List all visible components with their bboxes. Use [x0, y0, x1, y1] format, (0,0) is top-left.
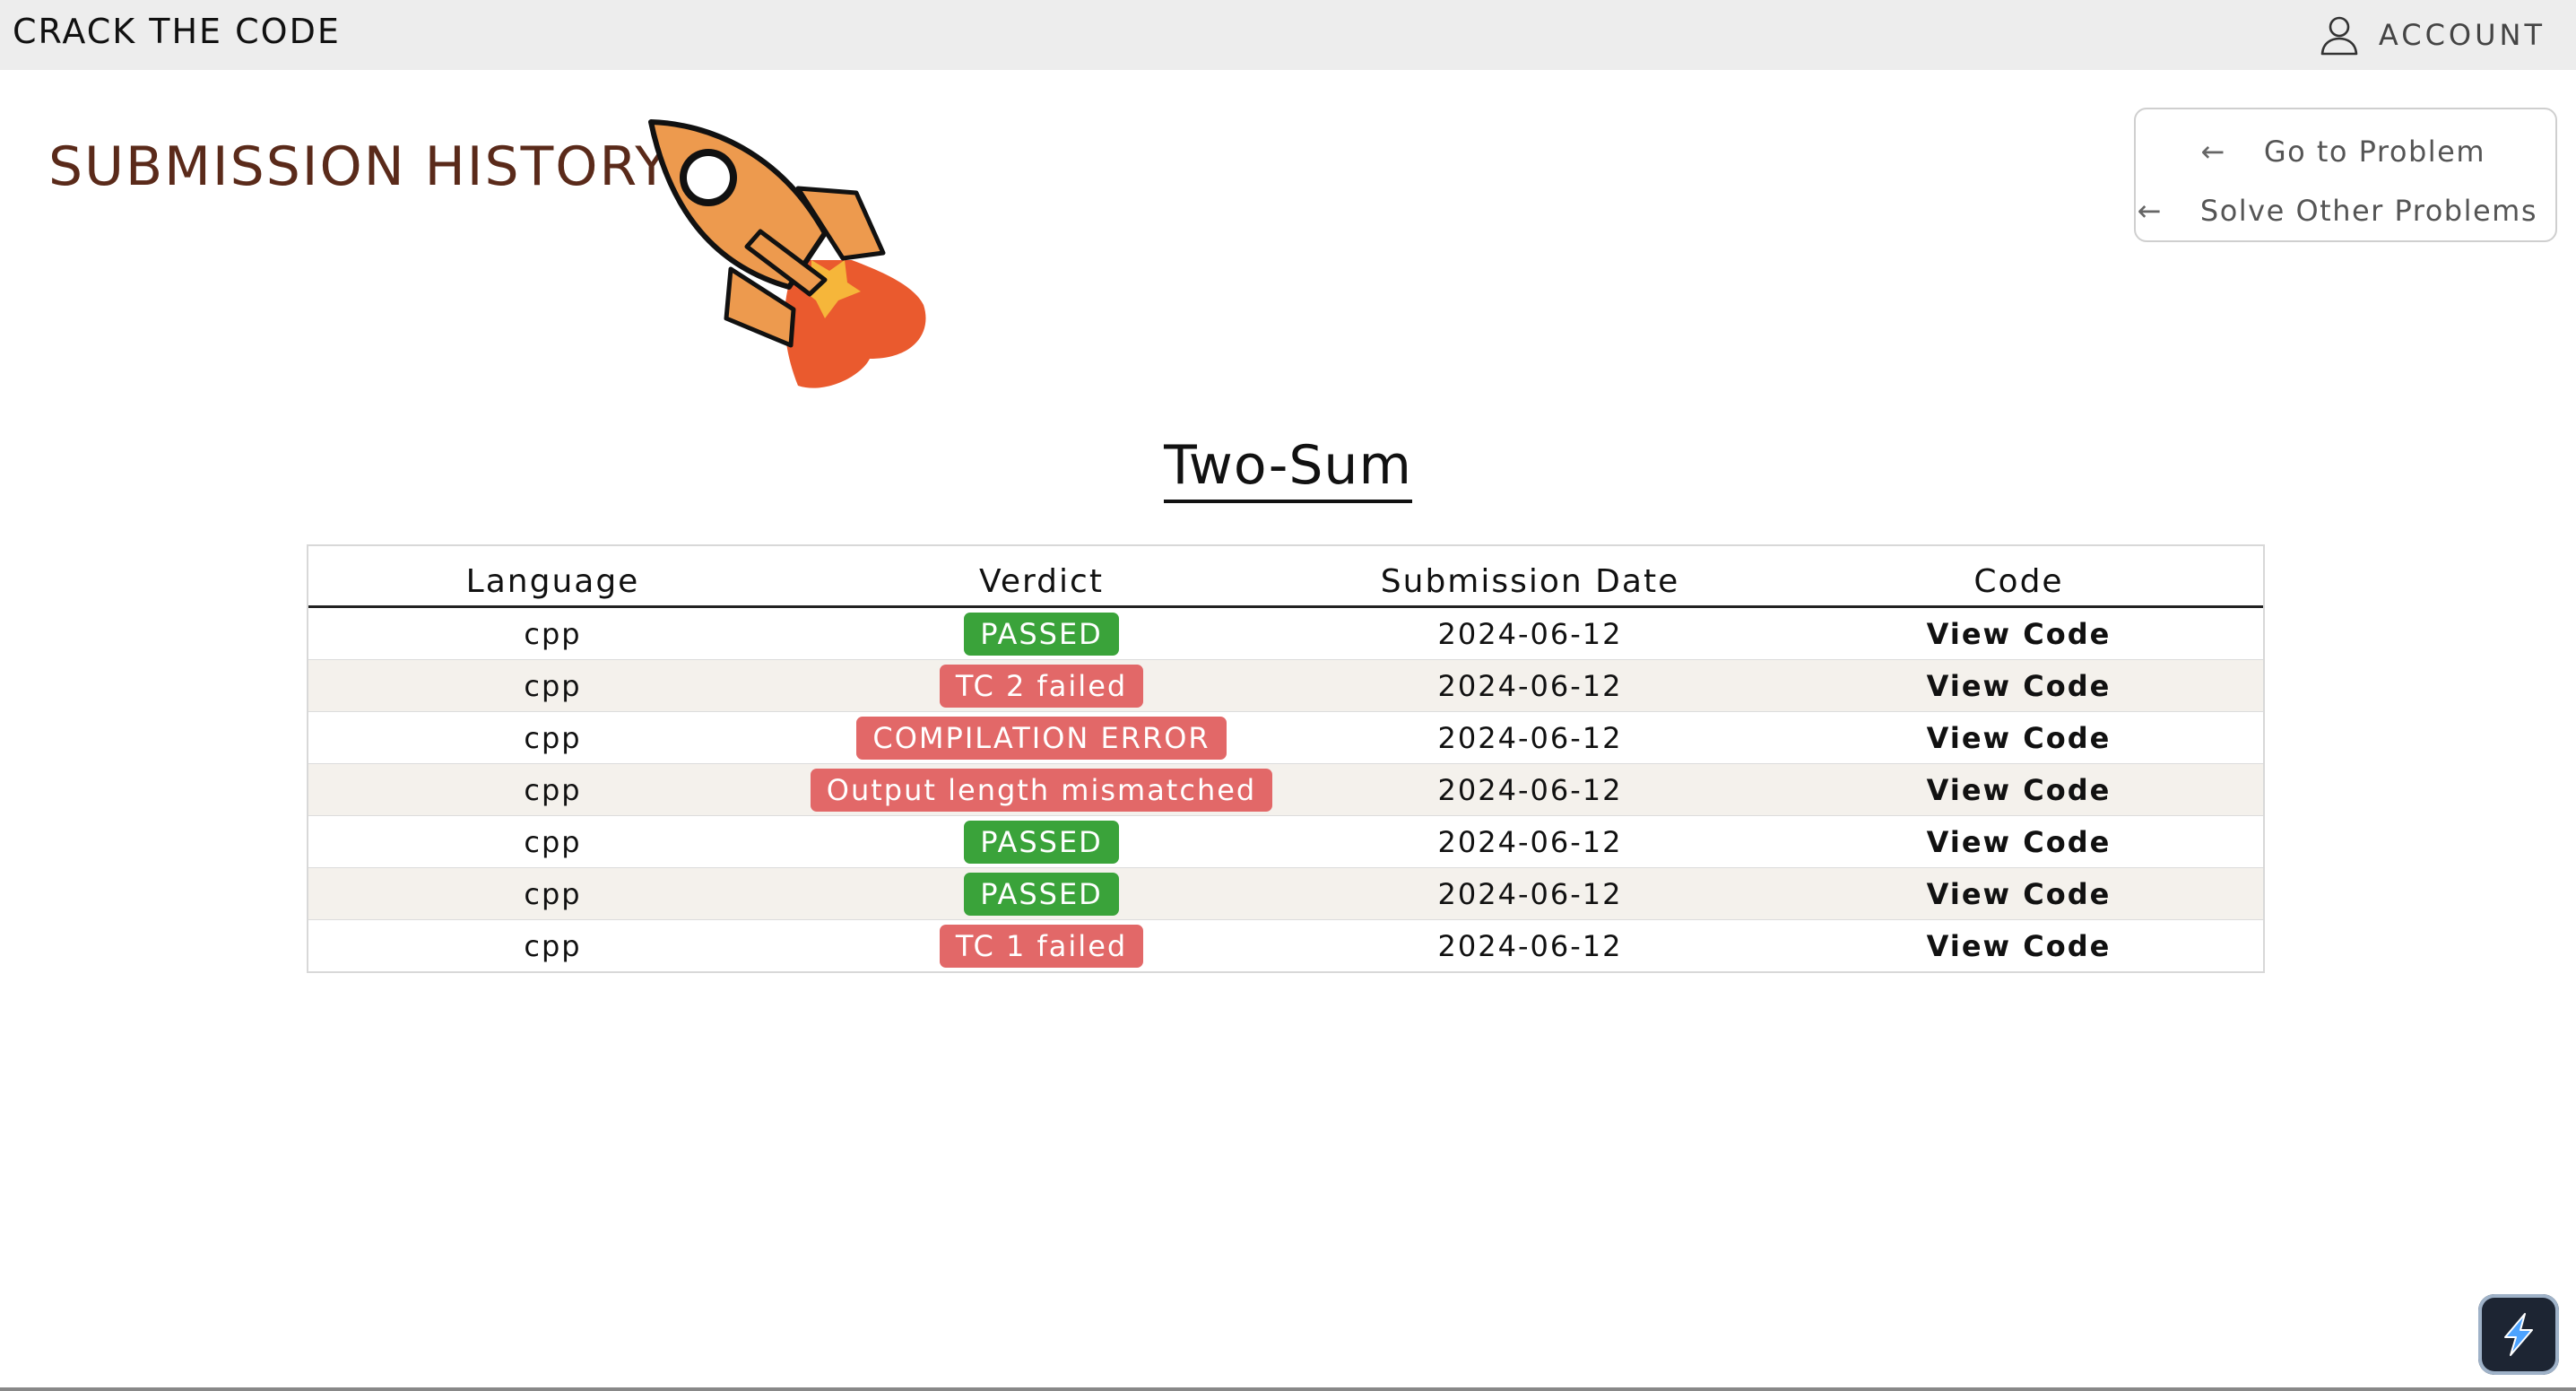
- table-header-row: Language Verdict Submission Date Code: [308, 546, 2263, 608]
- problem-title-container: Two-Sum: [0, 434, 2576, 503]
- submission-date-cell: 2024-06-12: [1286, 606, 1774, 660]
- view-code-link[interactable]: View Code: [1927, 877, 2112, 911]
- submissions-table: Language Verdict Submission Date Code cp…: [307, 544, 2265, 973]
- code-cell: View Code: [1774, 815, 2263, 868]
- view-code-link[interactable]: View Code: [1927, 929, 2112, 963]
- view-code-link[interactable]: View Code: [1927, 773, 2112, 807]
- language-cell: cpp: [308, 659, 797, 712]
- app-launcher-icon[interactable]: [2478, 1294, 2559, 1375]
- verdict-cell: PASSED: [797, 867, 1286, 920]
- code-cell: View Code: [1774, 711, 2263, 764]
- problem-navigation: ← Go to Problem ← Solve Other Problems: [2134, 108, 2557, 242]
- language-cell: cpp: [308, 815, 797, 868]
- column-header-submission-date: Submission Date: [1286, 546, 1774, 608]
- submission-date-cell: 2024-06-12: [1286, 867, 1774, 920]
- code-cell: View Code: [1774, 763, 2263, 816]
- view-code-link[interactable]: View Code: [1927, 721, 2112, 755]
- column-header-language: Language: [308, 546, 797, 608]
- brand-logo-text[interactable]: CRACK THE CODE: [13, 11, 341, 52]
- table-row: cpp Output length mismatched 2024-06-12 …: [308, 763, 2263, 816]
- view-code-link[interactable]: View Code: [1927, 617, 2112, 651]
- solve-other-problems-link[interactable]: ← Solve Other Problems: [2138, 194, 2537, 228]
- account-label: ACCOUNT: [2378, 18, 2546, 52]
- go-to-problem-label: Go to Problem: [2263, 135, 2485, 169]
- rocket-icon: [648, 119, 926, 388]
- submission-date-cell: 2024-06-12: [1286, 919, 1774, 971]
- top-bar: CRACK THE CODE ACCOUNT: [0, 0, 2576, 70]
- code-cell: View Code: [1774, 606, 2263, 660]
- verdict-badge: TC 1 failed: [939, 924, 1144, 968]
- verdict-cell: COMPILATION ERROR: [797, 711, 1286, 764]
- submission-date-cell: 2024-06-12: [1286, 815, 1774, 868]
- verdict-cell: PASSED: [797, 606, 1286, 660]
- account-button[interactable]: ACCOUNT: [2318, 0, 2546, 70]
- verdict-badge: PASSED: [964, 612, 1119, 656]
- language-cell: cpp: [308, 711, 797, 764]
- submission-date-cell: 2024-06-12: [1286, 659, 1774, 712]
- verdict-cell: TC 1 failed: [797, 919, 1286, 971]
- go-to-problem-link[interactable]: ← Go to Problem: [2201, 135, 2485, 169]
- problem-title[interactable]: Two-Sum: [1164, 435, 1412, 503]
- verdict-cell: TC 2 failed: [797, 659, 1286, 712]
- verdict-badge: TC 2 failed: [939, 664, 1144, 708]
- arrow-left-icon: ←: [2137, 194, 2163, 228]
- table-row: cpp TC 2 failed 2024-06-12 View Code: [308, 659, 2263, 712]
- verdict-badge: PASSED: [964, 820, 1119, 864]
- language-cell: cpp: [308, 867, 797, 920]
- language-cell: cpp: [308, 606, 797, 660]
- table-row: cpp PASSED 2024-06-12 View Code: [308, 815, 2263, 868]
- page-title: SUBMISSION HISTORY: [48, 135, 670, 198]
- user-icon: [2320, 16, 2358, 56]
- verdict-cell: PASSED: [797, 815, 1286, 868]
- code-cell: View Code: [1774, 867, 2263, 920]
- column-header-verdict: Verdict: [797, 546, 1286, 608]
- verdict-cell: Output length mismatched: [797, 763, 1286, 816]
- verdict-badge: Output length mismatched: [810, 768, 1273, 812]
- arrow-left-icon: ←: [2200, 135, 2226, 169]
- verdict-badge: PASSED: [964, 872, 1119, 916]
- submission-date-cell: 2024-06-12: [1286, 711, 1774, 764]
- code-cell: View Code: [1774, 919, 2263, 971]
- solve-other-problems-label: Solve Other Problems: [2199, 194, 2537, 228]
- view-code-link[interactable]: View Code: [1927, 669, 2112, 703]
- view-code-link[interactable]: View Code: [1927, 825, 2112, 859]
- bottom-divider: [0, 1387, 2576, 1391]
- table-row: cpp TC 1 failed 2024-06-12 View Code: [308, 919, 2263, 971]
- lightning-icon: [2504, 1313, 2533, 1356]
- code-cell: View Code: [1774, 659, 2263, 712]
- language-cell: cpp: [308, 763, 797, 816]
- table-row: cpp COMPILATION ERROR 2024-06-12 View Co…: [308, 711, 2263, 764]
- language-cell: cpp: [308, 919, 797, 971]
- column-header-code: Code: [1774, 546, 2263, 608]
- submission-date-cell: 2024-06-12: [1286, 763, 1774, 816]
- table-row: cpp PASSED 2024-06-12 View Code: [308, 606, 2263, 660]
- verdict-badge: COMPILATION ERROR: [856, 716, 1227, 760]
- table-row: cpp PASSED 2024-06-12 View Code: [308, 867, 2263, 920]
